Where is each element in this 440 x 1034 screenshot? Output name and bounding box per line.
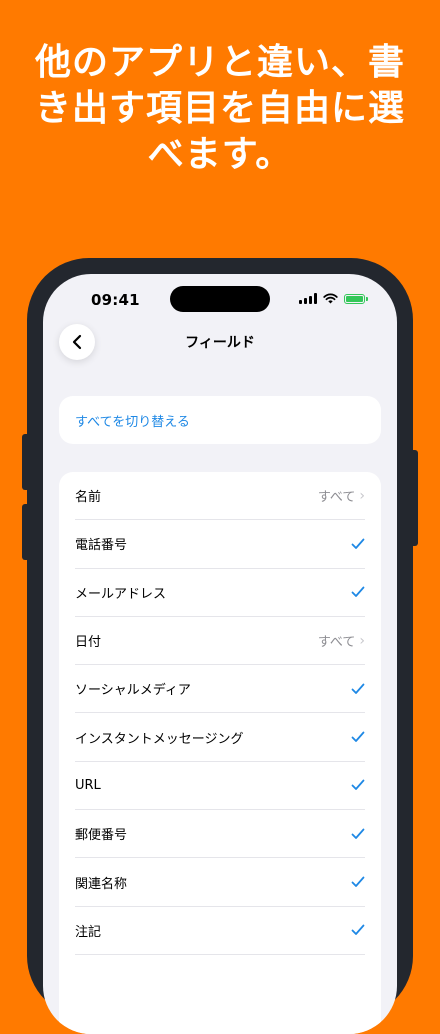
field-row-name[interactable]: 名前 すべて › <box>75 472 365 521</box>
field-row-email[interactable]: メールアドレス <box>75 569 365 617</box>
headline-line-1: 他のアプリと違い、書 <box>34 42 405 83</box>
dynamic-island <box>170 286 270 312</box>
page-title: フィールド <box>185 335 255 351</box>
headline: 他のアプリと違い、書 き出す項目を自由に選 べます。 <box>0 40 440 178</box>
field-label: インスタントメッセージング <box>75 731 244 747</box>
field-label: 名前 <box>75 490 102 506</box>
field-label: 関連名称 <box>75 876 128 892</box>
field-row-instant-messaging[interactable]: インスタントメッセージング <box>75 713 365 762</box>
checkmark-icon <box>351 828 365 839</box>
checkmark-icon <box>351 538 365 549</box>
toggle-all-label: すべてを切り替える <box>75 414 190 430</box>
chevron-right-icon: › <box>359 632 365 649</box>
status-time: 09:41 <box>91 291 140 309</box>
field-row-date[interactable]: 日付 すべて › <box>75 617 365 666</box>
headline-line-3: べます。 <box>147 134 293 175</box>
field-label: 日付 <box>75 635 102 651</box>
field-row-phone[interactable]: 電話番号 <box>75 520 365 569</box>
phone-frame: 09:41 フィールド すべてを切り替える 名前 すべて › 電話番号 メールア… <box>27 258 413 1034</box>
phone-screen: 09:41 フィールド すべてを切り替える 名前 すべて › 電話番号 メールア… <box>43 274 397 1034</box>
chevron-right-icon: › <box>359 487 365 504</box>
battery-icon <box>344 293 368 304</box>
checkmark-icon <box>351 586 365 598</box>
field-row-postal-code[interactable]: 郵便番号 <box>75 810 365 859</box>
field-value: すべて <box>317 490 356 506</box>
field-label: メールアドレス <box>75 586 167 602</box>
field-label: 郵便番号 <box>75 828 128 844</box>
toggle-all-button[interactable]: すべてを切り替える <box>59 396 381 444</box>
fields-list: 名前 すべて › 電話番号 メールアドレス 日付 すべて › ソーシャルメディア <box>59 472 381 1034</box>
field-label: 電話番号 <box>75 538 128 554</box>
field-label: 注記 <box>75 924 102 940</box>
field-label: URL <box>75 777 101 793</box>
headline-line-2: き出す項目を自由に選 <box>34 88 405 129</box>
status-icons <box>299 293 368 304</box>
field-label: ソーシャルメディア <box>75 683 191 699</box>
checkmark-icon <box>351 924 365 936</box>
checkmark-icon <box>351 731 365 743</box>
checkmark-icon <box>351 876 365 887</box>
field-row-url[interactable]: URL <box>75 762 365 811</box>
field-row-social-media[interactable]: ソーシャルメディア <box>75 665 365 714</box>
checkmark-icon <box>351 780 365 791</box>
field-row-related-names[interactable]: 関連名称 <box>75 858 365 907</box>
field-row-notes[interactable]: 注記 <box>75 907 365 955</box>
checkmark-icon <box>351 683 365 694</box>
field-value: すべて <box>317 635 356 651</box>
cellular-signal-icon <box>299 293 317 304</box>
wifi-icon <box>323 293 338 304</box>
